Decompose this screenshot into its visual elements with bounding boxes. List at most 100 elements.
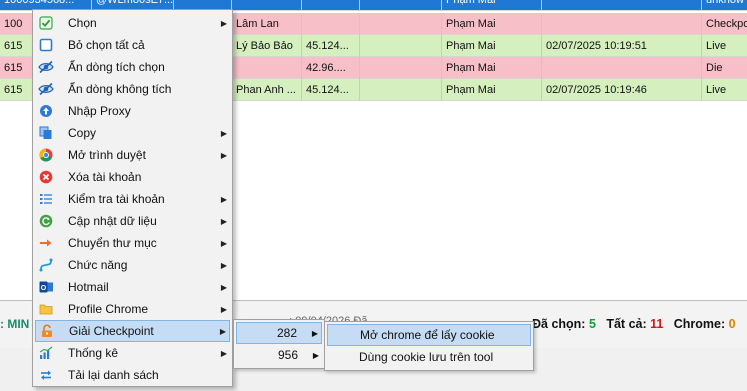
menu-item-hotmail[interactable]: O Hotmail ▶ [35, 276, 230, 298]
menu-item-label: Copy [68, 126, 97, 140]
table-cell: 45.124... [302, 35, 360, 57]
status-mini-label: : MIN [0, 317, 30, 331]
table-cell: Lâm Lan [232, 13, 302, 35]
menu-item-label: Nhập Proxy [68, 104, 131, 118]
chevron-right-icon: ▶ [220, 348, 228, 358]
menu-item-label: Giải Checkpoint [69, 324, 154, 338]
menu-item-label: Kiểm tra tài khoản [68, 192, 165, 206]
table-cell: Phạm Mai [442, 57, 542, 79]
chevron-right-icon: ▶ [312, 350, 320, 360]
menu-item-chuc-nang[interactable]: Chức năng ▶ [35, 254, 230, 276]
menu-item-label: Thống kê [68, 346, 119, 360]
refresh-circle-icon [37, 212, 55, 230]
table-cell [302, 0, 360, 11]
copy-icon [37, 124, 55, 142]
table-cell [542, 57, 702, 79]
svg-text:O: O [40, 285, 46, 292]
menu-item-mo-trinh-duyet[interactable]: Mở trình duyệt ▶ [35, 144, 230, 166]
menu-item-xoa-tai-khoan[interactable]: Xóa tài khoản [35, 166, 230, 188]
menu-item-an-dong-khong-tich[interactable]: Ẩn dòng không tích [35, 78, 230, 100]
status-counts: Đã chọn: 5 Tất cả: 11 Chrome: 0 [532, 317, 736, 331]
chevron-right-icon: ▶ [311, 328, 319, 338]
chrome-icon [37, 146, 55, 164]
menu-item-copy[interactable]: Copy ▶ [35, 122, 230, 144]
menu-item-label: Ẩn dòng không tích [68, 82, 172, 96]
table-cell [302, 13, 360, 35]
table-cell: Phạm Mai [442, 35, 542, 57]
menu-item-chuyen-thu-muc[interactable]: Chuyển thư mục ▶ [35, 232, 230, 254]
table-cell: Checkpo [706, 18, 747, 30]
eye-hide-icon [37, 58, 55, 76]
table-cell: 42.96.... [302, 57, 360, 79]
chevron-right-icon: ▶ [220, 304, 228, 314]
selected-label: Đã chọn: [532, 317, 586, 331]
table-cell: unknow [706, 0, 744, 6]
chrome-count: 0 [728, 317, 736, 331]
menu-item-label: Profile Chrome [68, 302, 149, 316]
chevron-right-icon: ▶ [220, 282, 228, 292]
menu-item-label: Xóa tài khoản [68, 170, 142, 184]
table-cell [232, 0, 302, 11]
submenu-item-956[interactable]: 956 ▶ [236, 344, 322, 366]
chevron-right-icon: ▶ [220, 216, 228, 226]
menu-item-label: Chọn [68, 16, 97, 30]
table-cell: Lý Bảo Bảo [232, 35, 302, 57]
total-label: Tất cả: [606, 317, 647, 331]
stats-icon [37, 344, 55, 362]
menu-item-nhap-proxy[interactable]: Nhập Proxy [35, 100, 230, 122]
table-cell: Live [706, 84, 727, 96]
menu-item-label: Chức năng [68, 258, 128, 272]
square-icon [37, 36, 55, 54]
menu-item-kiem-tra-tai-khoan[interactable]: Kiểm tra tài khoản ▶ [35, 188, 230, 210]
menu-item-cap-nhat-du-lieu[interactable]: Cập nhật dữ liệu ▶ [35, 210, 230, 232]
menu-item-chon[interactable]: Chọn ▶ [35, 12, 230, 34]
submenu-item-open-chrome-cookie[interactable]: Mở chrome để lấy cookie [327, 324, 531, 346]
table-cell [232, 57, 302, 79]
move-folder-icon [37, 234, 55, 252]
table-cell: 02/07/2025 10:19:51 [542, 35, 702, 57]
delete-icon [37, 168, 55, 186]
folder-icon [37, 300, 55, 318]
chevron-right-icon: ▶ [220, 194, 228, 204]
unlock-icon [38, 322, 56, 340]
table-cell: Live [706, 40, 727, 52]
context-menu: Chọn ▶ Bỏ chọn tất cả Ẩn dòng tích chọn … [32, 9, 233, 387]
table-cell: Phạm Mai [442, 13, 542, 35]
table-cell: Phạm Mai [442, 0, 542, 11]
upload-circle-icon [37, 102, 55, 120]
menu-item-bo-chon-tat-ca[interactable]: Bỏ chọn tất cả [35, 34, 230, 56]
table-cell: Die [706, 62, 723, 74]
checkbox-icon [37, 14, 55, 32]
menu-item-label: Chuyển thư mục [68, 236, 157, 250]
menu-item-profile-chrome[interactable]: Profile Chrome ▶ [35, 298, 230, 320]
checkpoint-submenu: 282 ▶ 956 ▶ [233, 319, 325, 369]
table-cell: 45.124... [302, 79, 360, 101]
menu-item-label: Ẩn dòng tích chọn [68, 60, 165, 74]
menu-item-tai-lai-danh-sach[interactable]: Tải lại danh sách [35, 364, 230, 386]
menu-item-label: Cập nhật dữ liệu [68, 214, 157, 228]
menu-item-label: Tải lại danh sách [68, 368, 159, 382]
chevron-right-icon: ▶ [219, 326, 227, 336]
table-cell [360, 0, 442, 11]
submenu-item-label: Mở chrome để lấy cookie [360, 328, 495, 342]
reload-icon [37, 366, 55, 384]
table-cell: Phan Anh ... [232, 79, 302, 101]
chrome-label: Chrome: [673, 317, 726, 331]
total-count: 11 [650, 317, 664, 331]
menu-item-an-dong-tich-chon[interactable]: Ẩn dòng tích chọn [35, 56, 230, 78]
menu-item-thong-ke[interactable]: Thống kê ▶ [35, 342, 230, 364]
list-check-icon [37, 190, 55, 208]
table-cell [360, 13, 442, 35]
menu-item-label: Mở trình duyệt [68, 148, 146, 162]
chevron-right-icon: ▶ [220, 238, 228, 248]
table-cell: 02/07/2025 10:19:46 [542, 79, 702, 101]
submenu-item-282[interactable]: 282 ▶ [236, 322, 322, 344]
submenu-item-use-saved-cookie[interactable]: Dùng cookie lưu trên tool [327, 346, 531, 368]
menu-item-giai-checkpoint[interactable]: Giải Checkpoint ▶ [35, 320, 230, 342]
selected-count: 5 [588, 317, 596, 331]
outlook-icon: O [37, 278, 55, 296]
table-cell [542, 0, 702, 11]
chevron-right-icon: ▶ [220, 260, 228, 270]
chevron-right-icon: ▶ [220, 128, 228, 138]
table-cell [542, 13, 702, 35]
